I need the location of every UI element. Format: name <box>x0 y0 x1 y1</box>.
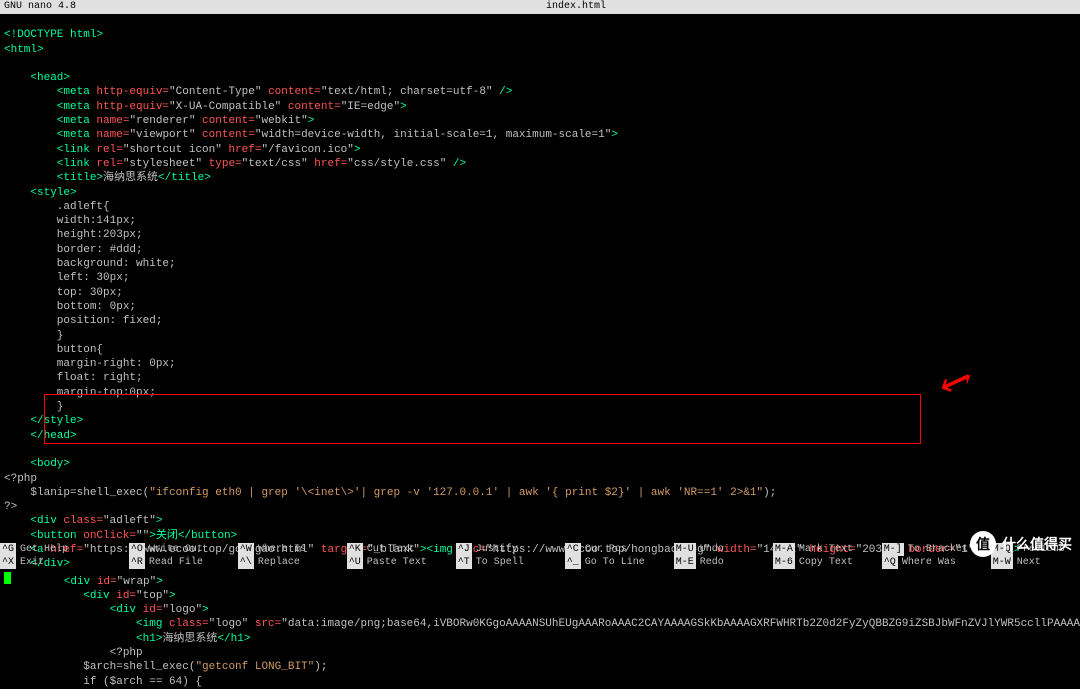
shortcut-item[interactable]: ^K Cut Text <box>347 543 456 556</box>
shortcut-item[interactable]: ^R Read File <box>129 556 238 569</box>
shortcut-item[interactable]: M-U Undo <box>674 543 773 556</box>
shortcut-bar: ^G Get Help ^O Write Out ^W Where Is ^K Cut Tex… <box>0 543 1080 569</box>
title-bar: GNU nano 4.8 index.html <box>0 0 1080 14</box>
shortcut-item[interactable]: ^C Cur Pos <box>565 543 674 556</box>
shortcut-label: Next <box>1017 556 1041 569</box>
shortcut-key: M-] <box>882 543 904 556</box>
shortcut-key: ^O <box>129 543 145 556</box>
shortcut-item[interactable]: M-W Next <box>991 556 1080 569</box>
watermark: 值 什么值得买 <box>970 531 1072 557</box>
shortcut-item[interactable]: ^T To Spell <box>456 556 565 569</box>
shortcut-key: M-W <box>991 556 1013 569</box>
shortcut-key: ^T <box>456 556 472 569</box>
shortcut-key: ^C <box>565 543 581 556</box>
shortcut-label: Cut Text <box>367 543 415 556</box>
shortcut-label: Paste Text <box>367 556 427 569</box>
shortcut-item[interactable]: ^X Exit <box>0 556 129 569</box>
shortcut-item[interactable]: M-A Mark Text <box>773 543 882 556</box>
shortcut-item[interactable]: ^G Get Help <box>0 543 129 556</box>
cursor <box>4 572 11 584</box>
shortcut-label: Copy Text <box>799 556 853 569</box>
shortcut-item[interactable]: ^Q Where Was <box>882 556 991 569</box>
shortcut-item[interactable]: ^J Justify <box>456 543 565 556</box>
shortcut-key: M-6 <box>773 556 795 569</box>
shortcut-key: ^_ <box>565 556 581 569</box>
shortcut-key: ^J <box>456 543 472 556</box>
shortcut-key: ^U <box>347 556 363 569</box>
shortcut-label: To Bracket <box>908 543 968 556</box>
shortcut-label: Replace <box>258 556 300 569</box>
shortcut-item[interactable]: ^U Paste Text <box>347 556 456 569</box>
shortcut-label: Mark Text <box>799 543 853 556</box>
shortcut-item[interactable]: ^_ Go To Line <box>565 556 674 569</box>
watermark-icon: 值 <box>970 531 996 557</box>
shortcut-key: ^X <box>0 556 16 569</box>
filename: index.html <box>76 0 1076 14</box>
shortcut-label: Where Is <box>258 543 306 556</box>
shortcut-key: ^Q <box>882 556 898 569</box>
shortcut-key: ^W <box>238 543 254 556</box>
shortcut-item[interactable]: M-6 Copy Text <box>773 556 882 569</box>
shortcut-item[interactable]: M-E Redo <box>674 556 773 569</box>
shortcut-label: Exit <box>20 556 44 569</box>
shortcut-item[interactable]: ^O Write Out <box>129 543 238 556</box>
shortcut-key: M-E <box>674 556 696 569</box>
shortcut-key: ^\ <box>238 556 254 569</box>
shortcut-label: Undo <box>700 543 724 556</box>
shortcut-label: Justify <box>476 543 518 556</box>
shortcut-key: M-A <box>773 543 795 556</box>
shortcut-key: ^G <box>0 543 16 556</box>
shortcut-key: ^R <box>129 556 145 569</box>
shortcut-label: Where Was <box>902 556 956 569</box>
shortcut-label: Redo <box>700 556 724 569</box>
shortcut-row-1: ^G Get Help ^O Write Out ^W Where Is ^K Cut Tex… <box>0 543 1080 556</box>
shortcut-label: Write Out <box>149 543 203 556</box>
shortcut-label: Get Help <box>20 543 68 556</box>
shortcut-item[interactable]: ^\ Replace <box>238 556 347 569</box>
shortcut-label: Read File <box>149 556 203 569</box>
shortcut-label: Cur Pos <box>585 543 627 556</box>
shortcut-key: ^K <box>347 543 363 556</box>
shortcut-label: Go To Line <box>585 556 645 569</box>
watermark-text: 什么值得买 <box>1002 535 1072 553</box>
shortcut-key: M-U <box>674 543 696 556</box>
editor-content[interactable]: <!DOCTYPE html> <html> <head> <meta http… <box>0 14 1080 689</box>
shortcut-item[interactable]: ^W Where Is <box>238 543 347 556</box>
shortcut-label: To Spell <box>476 556 524 569</box>
app-name: GNU nano 4.8 <box>4 0 76 14</box>
shortcut-row-2: ^X Exit ^R Read File ^\ Replace ^U Paste Text ^T… <box>0 556 1080 569</box>
